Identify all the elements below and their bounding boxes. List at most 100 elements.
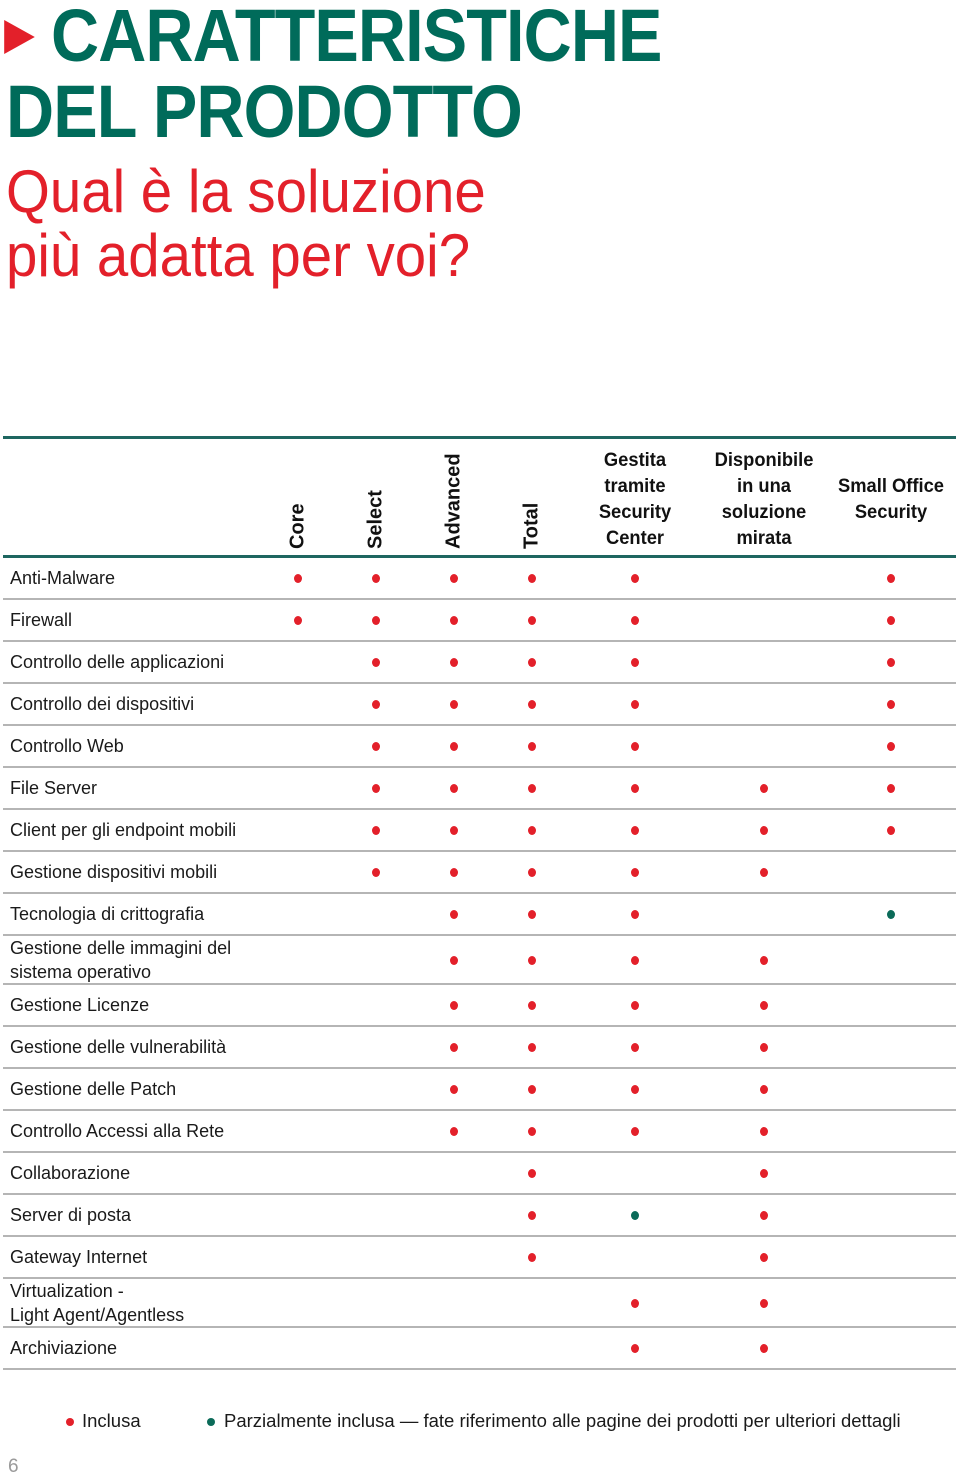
table-row: Archiviazione	[3, 1328, 956, 1370]
included-dot-icon	[760, 1211, 768, 1220]
included-dot-icon	[887, 574, 895, 583]
included-dot-icon	[631, 784, 639, 793]
included-dot-icon	[450, 1001, 458, 1010]
column-header-gestita: Gestita tramite Security Center	[598, 449, 672, 549]
included-dot-icon	[66, 1418, 74, 1426]
feature-label: Client per gli endpoint mobili	[10, 820, 237, 840]
included-dot-icon	[760, 1298, 768, 1308]
included-dot-icon	[631, 1001, 639, 1010]
table-body: Anti-Malware Firewall Controllo delle appl…	[3, 558, 956, 1370]
column-header-disponibile: Disponibile in una soluzione mirata	[714, 449, 814, 549]
table-row: Anti-Malware	[3, 558, 956, 600]
table-header: Core Select Advanced Total Gestita tramite Sec…	[3, 436, 956, 558]
table-row: Server di posta	[3, 1195, 956, 1237]
table-row: Gestione delle vulnerabilità	[3, 1027, 956, 1069]
included-dot-icon	[760, 955, 768, 965]
legend-item-included: Inclusa	[66, 1410, 141, 1432]
feature-label: Tecnologia di crittografia	[10, 904, 205, 924]
included-dot-icon	[631, 1085, 639, 1094]
triangle-bullet-icon	[4, 20, 35, 54]
table-row: Client per gli endpoint mobili	[3, 810, 956, 852]
included-dot-icon	[760, 868, 768, 877]
included-dot-icon	[631, 658, 639, 667]
included-dot-icon	[528, 1043, 536, 1052]
title-text-1: CARATTERISTICHE	[51, 0, 662, 77]
included-dot-icon	[631, 1127, 639, 1136]
included-dot-icon	[450, 826, 458, 835]
included-dot-icon	[528, 1001, 536, 1010]
included-dot-icon	[631, 910, 639, 919]
included-dot-icon	[372, 574, 380, 583]
included-dot-icon	[528, 910, 536, 919]
subtitle-line-1: Qual è la soluzione	[6, 158, 486, 225]
feature-label: Controllo dei dispositivi	[10, 694, 195, 714]
page-header: CARATTERISTICHE DEL PRODOTTO	[4, 0, 734, 150]
included-dot-icon	[631, 1344, 639, 1353]
feature-label: Gestione delle vulnerabilità	[10, 1037, 227, 1057]
included-dot-icon	[760, 1085, 768, 1094]
included-dot-icon	[760, 1043, 768, 1052]
included-dot-icon	[450, 910, 458, 919]
feature-label: Gateway Internet	[10, 1247, 148, 1267]
included-dot-icon	[528, 616, 536, 625]
table-row: Controllo dei dispositivi	[3, 684, 956, 726]
partial-dot-icon	[207, 1418, 215, 1426]
included-dot-icon	[450, 742, 458, 751]
included-dot-icon	[372, 700, 380, 709]
included-dot-icon	[760, 826, 768, 835]
included-dot-icon	[450, 658, 458, 667]
included-dot-icon	[631, 868, 639, 877]
partial-dot-icon	[631, 1211, 639, 1220]
feature-comparison-table: Core Select Advanced Total Gestita tramite Sec…	[3, 436, 956, 1370]
table-row: Gestione Licenze	[3, 985, 956, 1027]
included-dot-icon	[372, 742, 380, 751]
included-dot-icon	[450, 868, 458, 877]
included-dot-icon	[450, 1043, 458, 1052]
feature-label: Controllo Accessi alla Rete	[10, 1121, 225, 1141]
included-dot-icon	[887, 826, 895, 835]
included-dot-icon	[631, 826, 639, 835]
table-row: Collaborazione	[3, 1153, 956, 1195]
table-row: File Server	[3, 768, 956, 810]
column-header-label: Advanced	[442, 453, 465, 549]
included-dot-icon	[528, 658, 536, 667]
feature-label: Controllo Web	[10, 736, 124, 756]
included-dot-icon	[294, 574, 302, 583]
included-dot-icon	[760, 1127, 768, 1136]
included-dot-icon	[372, 616, 380, 625]
included-dot-icon	[450, 700, 458, 709]
feature-label: Gestione dispositivi mobili	[10, 862, 218, 882]
feature-label: File Server	[10, 778, 98, 798]
included-dot-icon	[631, 700, 639, 709]
included-dot-icon	[528, 574, 536, 583]
column-header-label: Core	[286, 503, 309, 549]
included-dot-icon	[372, 784, 380, 793]
legend-included-label: Inclusa	[82, 1410, 141, 1431]
column-header-smalloffice: Small Office Security	[838, 475, 944, 523]
feature-label: Server di posta	[10, 1205, 132, 1225]
included-dot-icon	[631, 574, 639, 583]
included-dot-icon	[760, 784, 768, 793]
table-row: Virtualization - Light Agent/Agentless	[3, 1279, 956, 1328]
table-row: Gestione dispositivi mobili	[3, 852, 956, 894]
included-dot-icon	[631, 1043, 639, 1052]
feature-label: Archiviazione	[10, 1338, 118, 1358]
feature-label: Firewall	[10, 610, 73, 630]
included-dot-icon	[631, 616, 639, 625]
title-line-1: CARATTERISTICHE	[4, 0, 662, 77]
feature-label: Virtualization - Light Agent/Agentless	[10, 1280, 185, 1325]
table-row: Controllo Web	[3, 726, 956, 768]
included-dot-icon	[450, 574, 458, 583]
feature-label: Collaborazione	[10, 1163, 131, 1183]
column-header-total: Total	[517, 441, 547, 549]
included-dot-icon	[887, 742, 895, 751]
included-dot-icon	[528, 1085, 536, 1094]
included-dot-icon	[631, 1298, 639, 1308]
subtitle-line-2: più adatta per voi?	[6, 222, 471, 289]
included-dot-icon	[372, 826, 380, 835]
table-row: Tecnologia di crittografia	[3, 894, 956, 936]
included-dot-icon	[887, 700, 895, 709]
column-header-label: Select	[364, 490, 387, 549]
included-dot-icon	[528, 868, 536, 877]
table-row: Gateway Internet	[3, 1237, 956, 1279]
